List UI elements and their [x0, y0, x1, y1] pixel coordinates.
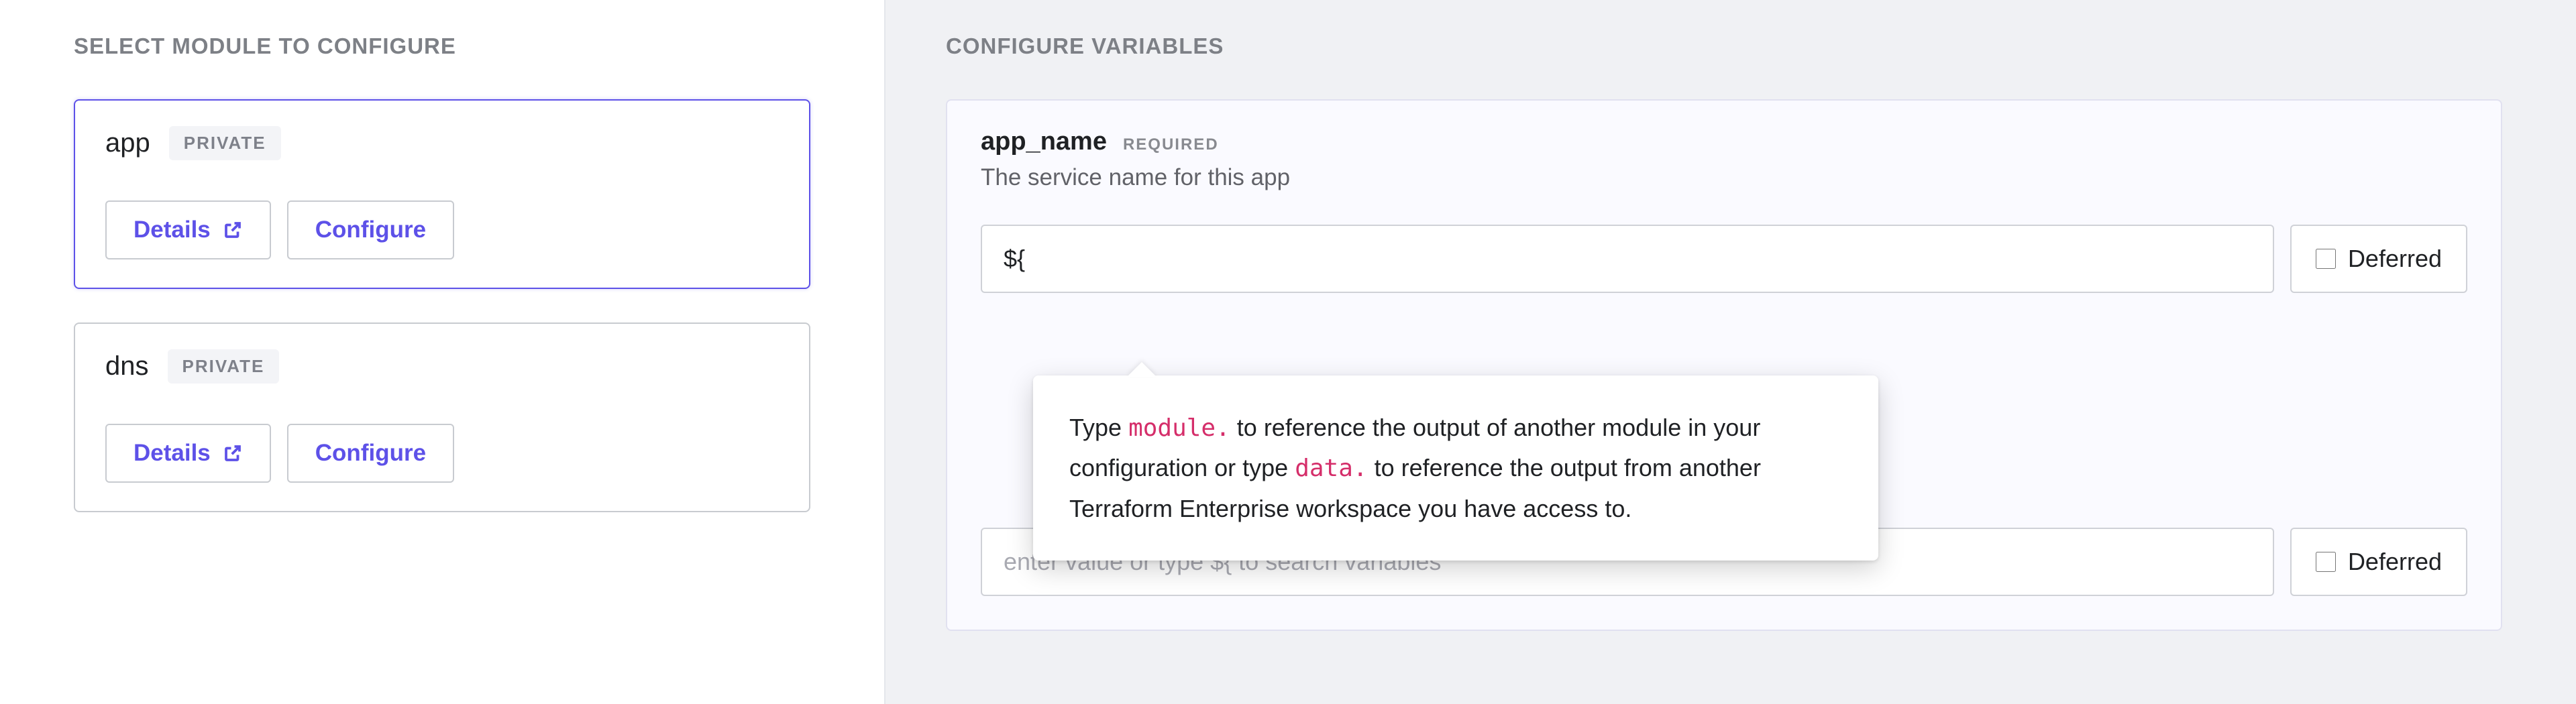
module-select-pane: SELECT MODULE TO CONFIGURE app PRIVATE D… — [0, 0, 885, 704]
external-link-icon — [223, 443, 243, 463]
variable-input-row: Deferred — [981, 225, 2467, 293]
details-label: Details — [133, 217, 211, 243]
module-head: dns PRIVATE — [105, 349, 779, 384]
deferred-label: Deferred — [2348, 245, 2442, 273]
module-name: app — [105, 128, 150, 158]
deferred-checkbox-2[interactable] — [2316, 552, 2336, 572]
module-card-dns[interactable]: dns PRIVATE Details Configure — [74, 322, 810, 512]
deferred-label-2: Deferred — [2348, 548, 2442, 576]
hint-text-1: Type — [1069, 414, 1128, 441]
details-button[interactable]: Details — [105, 200, 271, 259]
interpolation-hint-tooltip: Type module. to reference the output of … — [1033, 375, 1878, 561]
required-badge: REQUIRED — [1123, 135, 1219, 154]
configure-button[interactable]: Configure — [287, 200, 454, 259]
visibility-badge: PRIVATE — [169, 126, 281, 160]
details-label: Details — [133, 440, 211, 467]
variable-value-input[interactable] — [981, 225, 2274, 293]
module-card-app[interactable]: app PRIVATE Details Configure — [74, 99, 810, 289]
right-section-title: CONFIGURE VARIABLES — [946, 34, 2502, 59]
variable-name: app_name — [981, 127, 1107, 156]
module-head: app PRIVATE — [105, 126, 779, 160]
visibility-badge: PRIVATE — [168, 349, 280, 384]
configure-button[interactable]: Configure — [287, 424, 454, 483]
code-module-icon: module. — [1128, 414, 1230, 442]
external-link-icon — [223, 220, 243, 240]
deferred-toggle[interactable]: Deferred — [2290, 225, 2467, 293]
configure-label: Configure — [315, 440, 426, 467]
module-actions: Details Configure — [105, 424, 779, 483]
module-actions: Details Configure — [105, 200, 779, 259]
module-name: dns — [105, 351, 149, 382]
configure-label: Configure — [315, 217, 426, 243]
left-section-title: SELECT MODULE TO CONFIGURE — [74, 34, 810, 59]
deferred-toggle-2[interactable]: Deferred — [2290, 528, 2467, 596]
deferred-checkbox[interactable] — [2316, 249, 2336, 269]
variable-description: The service name for this app — [981, 164, 2467, 191]
configure-variables-pane: CONFIGURE VARIABLES app_name REQUIRED Th… — [885, 0, 2576, 704]
variable-header: app_name REQUIRED — [981, 127, 2467, 156]
details-button[interactable]: Details — [105, 424, 271, 483]
code-data-icon: data. — [1295, 455, 1367, 482]
